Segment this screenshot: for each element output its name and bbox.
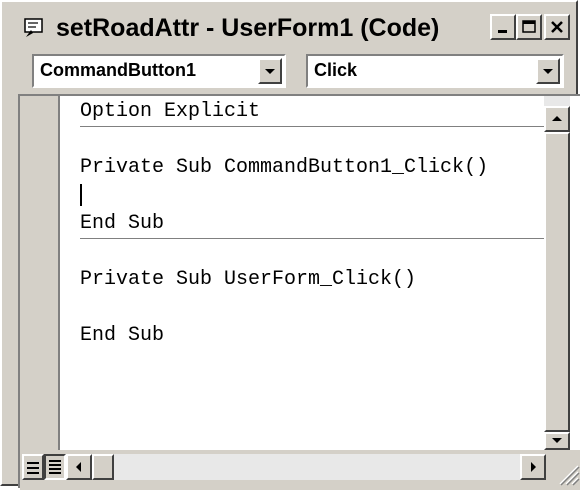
object-combo-value: CommandButton1	[40, 60, 196, 80]
bottom-bar	[20, 450, 580, 490]
size-grip-icon[interactable]	[554, 460, 580, 486]
horizontal-scroll-thumb[interactable]	[92, 454, 114, 480]
scroll-left-button[interactable]	[66, 454, 92, 480]
code-line: Option Explicit	[80, 100, 261, 123]
chevron-down-icon	[552, 438, 562, 443]
text-cursor	[80, 184, 82, 206]
code-pane: Option Explicit Private Sub CommandButto…	[18, 94, 580, 490]
chevron-down-icon	[543, 69, 553, 74]
object-combo[interactable]: CommandButton1	[32, 54, 286, 88]
minimize-icon	[498, 30, 507, 33]
close-icon	[551, 21, 563, 33]
code-window-icon	[24, 18, 43, 37]
procedure-separator	[80, 126, 544, 127]
minimize-button[interactable]	[490, 14, 516, 40]
scroll-right-button[interactable]	[520, 454, 546, 480]
margin-indicator-bar[interactable]	[20, 96, 60, 450]
vertical-scrollbar[interactable]	[544, 96, 570, 450]
code-window: setRoadAttr - UserForm1 (Code) CommandBu…	[0, 0, 580, 490]
chevron-left-icon	[76, 462, 81, 472]
code-line: Private Sub UserForm_Click()	[80, 268, 417, 291]
code-line: Private Sub CommandButton1_Click()	[80, 156, 489, 179]
procedure-combo[interactable]: Click	[306, 54, 564, 88]
procedure-combo-dropdown-button[interactable]	[536, 58, 560, 84]
scroll-up-button[interactable]	[544, 106, 570, 132]
procedure-view-icon	[27, 462, 39, 474]
procedure-view-button[interactable]	[22, 454, 44, 480]
full-module-view-icon	[49, 460, 61, 474]
full-module-view-button[interactable]	[44, 454, 66, 480]
chevron-down-icon	[265, 69, 275, 74]
chevron-right-icon	[531, 462, 536, 472]
chevron-up-icon	[552, 116, 562, 121]
code-line: End Sub	[80, 324, 165, 347]
restore-icon	[522, 20, 536, 33]
title-bar[interactable]: setRoadAttr - UserForm1 (Code)	[6, 6, 574, 48]
close-button[interactable]	[544, 14, 570, 40]
vertical-scroll-thumb[interactable]	[544, 132, 570, 432]
code-line: End Sub	[80, 212, 165, 235]
horizontal-scrollbar[interactable]	[66, 454, 546, 480]
window-title: setRoadAttr - UserForm1 (Code)	[56, 14, 440, 42]
procedure-separator	[80, 238, 544, 239]
scroll-down-button[interactable]	[544, 432, 570, 450]
object-combo-dropdown-button[interactable]	[258, 58, 282, 84]
code-editor[interactable]: Option Explicit Private Sub CommandButto…	[60, 96, 544, 450]
procedure-combo-value: Click	[314, 60, 358, 80]
restore-button[interactable]	[516, 14, 542, 40]
